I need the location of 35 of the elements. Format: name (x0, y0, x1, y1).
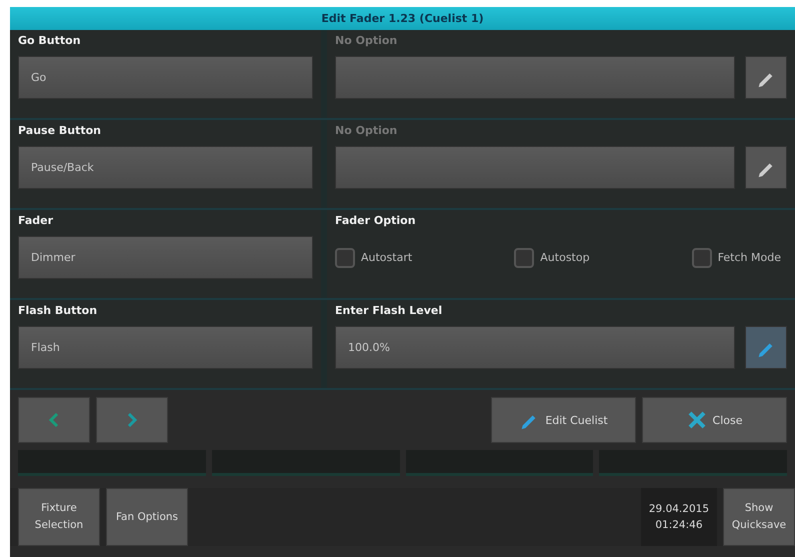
field-label: Go Button (18, 34, 82, 48)
dropdown-field[interactable]: Dimmer (18, 236, 313, 279)
previous-button[interactable] (18, 397, 90, 443)
edit-button[interactable] (745, 326, 787, 369)
dropdown-field[interactable] (335, 56, 735, 99)
field-label: Fader (18, 214, 54, 228)
dialog-title: Edit Fader 1.23 (Cuelist 1) (10, 7, 795, 30)
field-label: Flash Button (18, 304, 98, 318)
quicksave-button[interactable]: Show Quicksave (723, 488, 795, 546)
field-label: No Option (335, 34, 398, 48)
checkbox-option[interactable]: Autostop (514, 248, 590, 268)
date-text: 29.04.2015 (648, 503, 709, 515)
checkbox[interactable] (335, 248, 355, 268)
checkbox-option[interactable]: Fetch Mode (692, 248, 781, 268)
taskbar-button[interactable]: Fixture Selection (18, 488, 100, 546)
close-icon (686, 410, 707, 430)
dropdown-field[interactable]: Flash (18, 326, 313, 369)
dropdown-field[interactable]: Pause/Back (18, 146, 313, 189)
chevron-left-icon (48, 413, 60, 427)
edit-cuelist-button[interactable]: Edit Cuelist (491, 397, 636, 443)
close-button[interactable]: Close (642, 397, 787, 443)
input-field[interactable]: 100.0% (335, 326, 735, 369)
checkbox[interactable] (514, 248, 534, 268)
field-label: Fader Option (335, 214, 417, 228)
time-text: 01:24:46 (655, 519, 703, 531)
checkbox-option[interactable]: Autostart (335, 248, 412, 268)
field-label: Enter Flash Level (335, 304, 444, 318)
field-label: Pause Button (18, 124, 102, 138)
chevron-right-icon (126, 413, 138, 427)
taskbar-button[interactable]: Fan Options (106, 488, 188, 546)
checkbox[interactable] (692, 248, 712, 268)
next-button[interactable] (96, 397, 168, 443)
dropdown-field[interactable]: Go (18, 56, 313, 99)
field-label: No Option (335, 124, 398, 138)
dropdown-field[interactable] (335, 146, 735, 189)
